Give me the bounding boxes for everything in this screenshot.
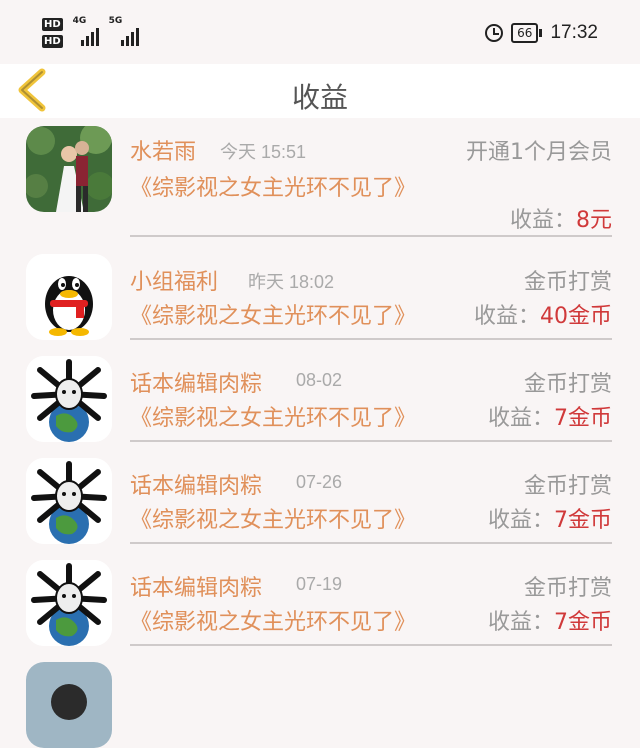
- earnings-label: 收益：: [509, 208, 576, 233]
- signal-icon: 5G: [108, 16, 139, 46]
- page-title: 收益: [291, 81, 348, 114]
- user-name: 小组福利: [130, 270, 219, 295]
- book-title: 《综影视之女主光环不见了》: [130, 304, 417, 329]
- avatar: [26, 560, 112, 646]
- earnings-amount: 7金币: [554, 610, 612, 635]
- earnings-list: 水若雨 今天 15:51 开通1个月会员 《综影视之女主光环不见了》 收益：8元: [0, 118, 640, 748]
- row-time: 07-19: [296, 574, 343, 594]
- row-header: 话本编辑肉粽 07-26 金币打赏: [130, 468, 612, 502]
- hd1-badge: HD: [42, 18, 63, 31]
- avatar: [26, 126, 112, 212]
- status-right: 66 17:32: [485, 22, 598, 44]
- avatar: [26, 458, 112, 544]
- avatar: [26, 356, 112, 442]
- row-type: 开通1个月会员: [466, 140, 612, 165]
- earnings: 收益：8元: [510, 202, 612, 234]
- user-name: 水若雨: [130, 140, 197, 165]
- book-title: 《综影视之女主光环不见了》: [130, 610, 417, 635]
- earnings-amount: 7金币: [554, 406, 612, 431]
- row-header: 话本编辑肉粽 08-02 金币打赏: [130, 366, 612, 400]
- row-header: 水若雨 今天 15:51 开通1个月会员: [130, 134, 612, 168]
- row-type: 金币打赏: [523, 576, 612, 601]
- battery-level: 66: [511, 23, 539, 43]
- earnings-amount: 40金币: [540, 304, 612, 329]
- avatar: [26, 254, 112, 340]
- signal-icon: 4G: [72, 16, 99, 46]
- list-item[interactable]: [0, 646, 640, 748]
- app-header: 收益: [0, 64, 640, 118]
- earnings: 收益：40金币: [474, 300, 612, 334]
- user-name: 话本编辑肉粽: [130, 576, 263, 601]
- row-type: 金币打赏: [523, 474, 612, 499]
- row-time: 昨天 18:02: [248, 272, 335, 292]
- row-type: 金币打赏: [523, 270, 612, 295]
- user-name: 话本编辑肉粽: [130, 372, 263, 397]
- book-title: 《综影视之女主光环不见了》: [130, 176, 417, 201]
- earnings: 收益：7金币: [488, 504, 612, 538]
- battery-icon: 66: [511, 23, 543, 43]
- net1-label: 4G: [72, 16, 87, 26]
- earnings-amount: 8元: [576, 208, 612, 233]
- status-left: HD HD 4G 5G: [42, 16, 139, 48]
- book-title: 《综影视之女主光环不见了》: [130, 508, 417, 533]
- list-item[interactable]: 话本编辑肉粽 07-19 金币打赏 《综影视之女主光环不见了》 收益：7金币: [0, 544, 640, 646]
- list-item[interactable]: 小组福利 昨天 18:02 金币打赏 《综影视之女主光环不见了》 收益：40金币: [0, 238, 640, 340]
- row-time: 今天 15:51: [220, 142, 307, 162]
- row-time: 07-26: [296, 472, 343, 492]
- hd-indicators: HD HD: [42, 18, 63, 48]
- hd2-badge: HD: [42, 35, 63, 48]
- list-item[interactable]: 话本编辑肉粽 08-02 金币打赏 《综影视之女主光环不见了》 收益：7金币: [0, 340, 640, 442]
- list-item[interactable]: 水若雨 今天 15:51 开通1个月会员 《综影视之女主光环不见了》 收益：8元: [0, 118, 640, 238]
- earnings-label: 收益：: [487, 508, 554, 533]
- user-name: 话本编辑肉粽: [130, 474, 263, 499]
- row-header: 小组福利 昨天 18:02 金币打赏: [130, 264, 612, 298]
- list-item[interactable]: 话本编辑肉粽 07-26 金币打赏 《综影视之女主光环不见了》 收益：7金币: [0, 442, 640, 544]
- status-time: 17:32: [550, 22, 598, 43]
- earnings: 收益：7金币: [488, 402, 612, 436]
- earnings-label: 收益：: [487, 406, 554, 431]
- alarm-icon: [485, 24, 504, 42]
- earnings-label: 收益：: [487, 610, 554, 635]
- row-type: 金币打赏: [523, 372, 612, 397]
- earnings-amount: 7金币: [554, 508, 612, 533]
- row-divider: [130, 235, 612, 237]
- book-title: 《综影视之女主光环不见了》: [130, 406, 417, 431]
- avatar: [26, 662, 112, 748]
- row-header: 话本编辑肉粽 07-19 金币打赏: [130, 570, 612, 604]
- net2-label: 5G: [108, 16, 123, 26]
- status-bar: HD HD 4G 5G 66 17:32: [0, 0, 640, 64]
- earnings: 收益：7金币: [488, 606, 612, 640]
- row-time: 08-02: [296, 370, 343, 390]
- earnings-label: 收益：: [473, 304, 540, 329]
